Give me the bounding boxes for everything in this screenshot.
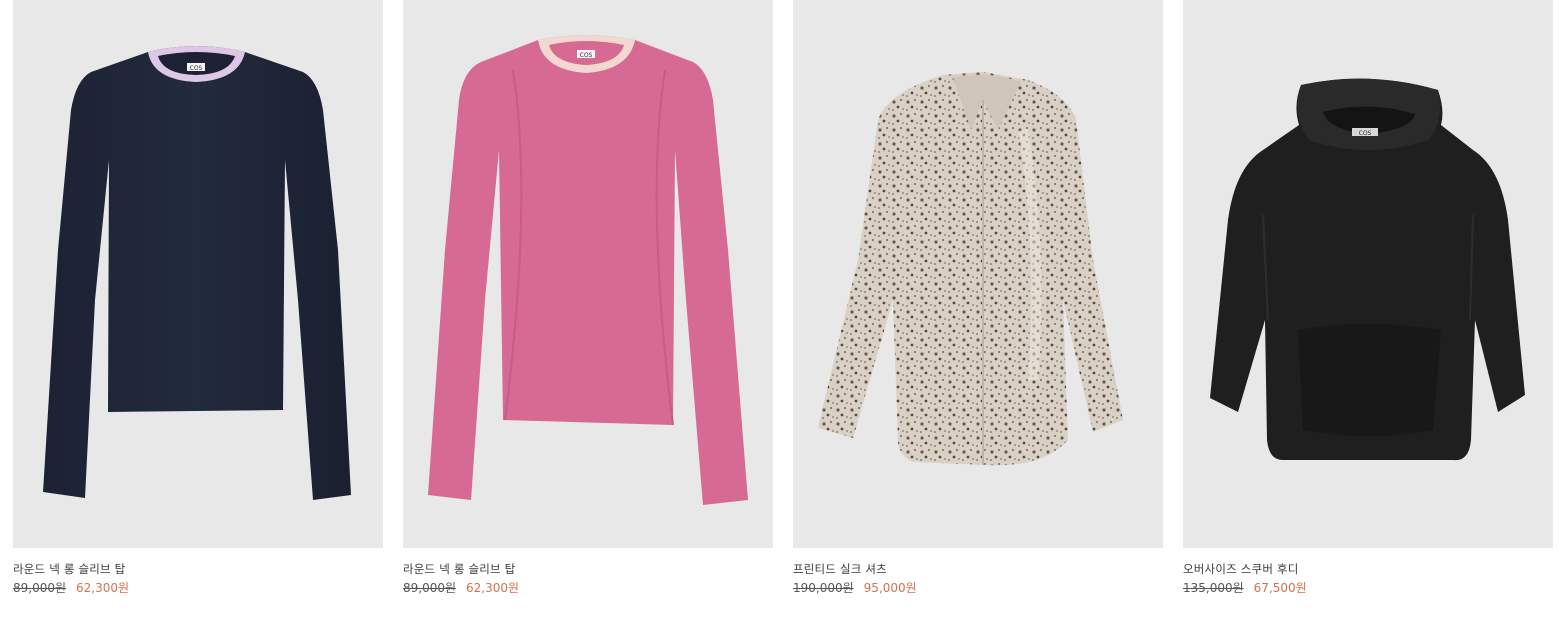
original-price: 135,000원 <box>1183 581 1244 595</box>
original-price: 89,000원 <box>403 581 457 595</box>
product-prices: 135,000원 67,500원 <box>1183 581 1553 596</box>
product-name[interactable]: 라운드 넥 롱 슬리브 탑 <box>13 562 383 576</box>
product-card[interactable]: COS 라운드 넥 롱 슬리브 탑 89,000원 62,300원 <box>403 0 773 596</box>
svg-text:COS: COS <box>190 65 203 72</box>
product-name[interactable]: 오버사이즈 스쿠버 후디 <box>1183 562 1553 576</box>
product-card[interactable]: 프린티드 실크 셔츠 190,000원 95,000원 <box>793 0 1163 596</box>
product-card[interactable]: COS 라운드 넥 롱 슬리브 탑 89,000원 62,300원 <box>13 0 383 596</box>
printed-silk-shirt-image <box>818 72 1123 466</box>
oversized-scuba-hoodie-image: COS <box>1210 78 1525 461</box>
original-price: 190,000원 <box>793 581 854 595</box>
sale-price: 62,300원 <box>76 581 130 595</box>
navy-long-sleeve-top-image: COS <box>43 46 351 500</box>
product-name[interactable]: 프린티드 실크 셔츠 <box>793 562 1163 576</box>
svg-text:COS: COS <box>1359 130 1372 137</box>
original-price: 89,000원 <box>13 581 67 595</box>
product-image[interactable]: COS <box>403 0 773 548</box>
product-prices: 190,000원 95,000원 <box>793 581 1163 596</box>
product-image[interactable]: COS <box>13 0 383 548</box>
sale-price: 67,500원 <box>1253 581 1307 595</box>
product-image[interactable] <box>793 0 1163 548</box>
svg-text:COS: COS <box>580 52 593 59</box>
sale-price: 95,000원 <box>863 581 917 595</box>
product-card[interactable]: COS 오버사이즈 스쿠버 후디 135,000원 67,500원 <box>1183 0 1553 596</box>
product-image[interactable]: COS <box>1183 0 1553 548</box>
product-grid: COS 라운드 넥 롱 슬리브 탑 89,000원 62,300원 COS 라운… <box>13 0 1553 596</box>
product-prices: 89,000원 62,300원 <box>13 581 383 596</box>
product-prices: 89,000원 62,300원 <box>403 581 773 596</box>
sale-price: 62,300원 <box>466 581 520 595</box>
product-name[interactable]: 라운드 넥 롱 슬리브 탑 <box>403 562 773 576</box>
pink-long-sleeve-top-image: COS <box>428 35 748 505</box>
